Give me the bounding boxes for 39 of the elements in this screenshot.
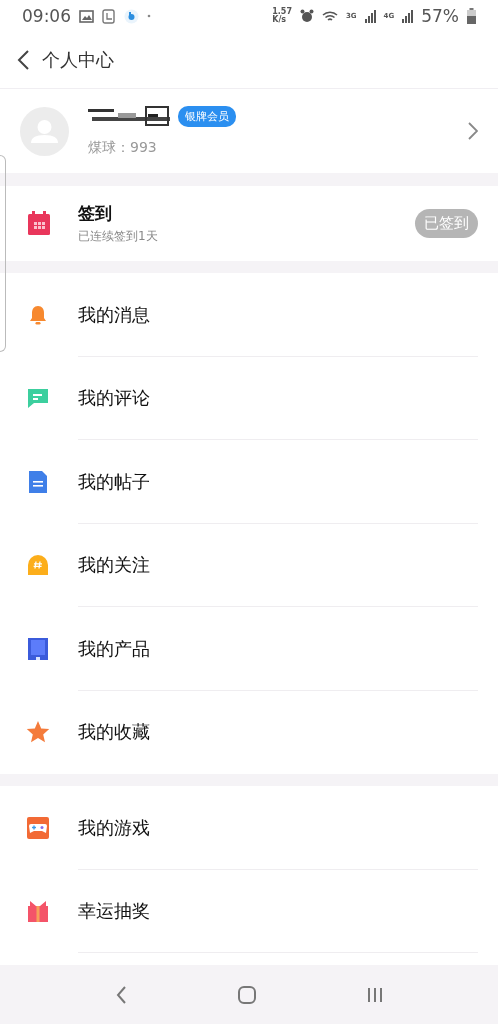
menu-item[interactable]: 我的消息 <box>0 273 498 357</box>
document-icon <box>26 469 50 494</box>
checkin-title: 签到 <box>78 202 113 225</box>
battery-icon <box>467 8 476 24</box>
back-icon[interactable] <box>16 49 30 71</box>
menu-item[interactable]: 我的关注 <box>0 523 498 607</box>
dot-icon <box>147 14 151 18</box>
menu-item[interactable]: 我的游戏 <box>0 786 498 870</box>
page-title: 个人中心 <box>42 48 114 72</box>
app-icon <box>124 8 139 24</box>
document-icon <box>102 8 116 24</box>
gift-icon <box>26 899 50 924</box>
gamepad-icon <box>26 815 50 840</box>
calendar-icon <box>27 211 51 236</box>
clock: 09:06 <box>22 6 71 26</box>
back-nav-icon[interactable] <box>115 984 127 1005</box>
signal-icon <box>364 9 376 23</box>
star-icon <box>26 720 50 745</box>
image-icon <box>79 9 94 23</box>
points-text: 煤球：993 <box>88 139 158 157</box>
home-icon[interactable] <box>237 984 257 1005</box>
menu-item[interactable]: 我的帖子 <box>0 440 498 524</box>
recent-apps-icon[interactable] <box>367 985 383 1004</box>
signal-icon <box>402 9 414 23</box>
menu-item[interactable]: 我的评论 <box>0 356 498 440</box>
speed-unit: K/s <box>272 16 287 24</box>
chevron-right-icon[interactable] <box>468 122 478 140</box>
hashtag-icon <box>26 553 50 578</box>
comment-icon <box>26 386 50 411</box>
member-badge: 银牌会员 <box>178 105 236 127</box>
tablet-icon <box>26 636 50 661</box>
checkin-streak: 已连续签到1天 <box>78 228 159 245</box>
speed-value: 1.57 <box>272 8 292 16</box>
alarm-icon <box>299 9 314 23</box>
menu-item[interactable]: 幸运抽奖 <box>0 869 498 953</box>
menu-item[interactable]: 我的收藏 <box>0 690 498 774</box>
menu-item[interactable]: 我的产品 <box>0 607 498 691</box>
wifi-icon <box>321 9 338 23</box>
battery-percent: 57% <box>421 6 459 26</box>
